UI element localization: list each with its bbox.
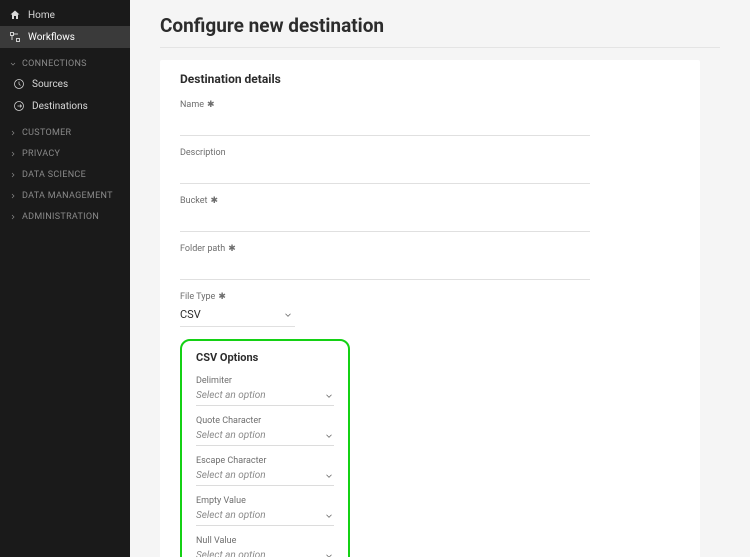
- chevron-right-icon: [9, 171, 17, 179]
- field-name-label: Name: [180, 100, 204, 110]
- nav-section-data-science-label: DATA SCIENCE: [22, 170, 86, 180]
- nav-sources[interactable]: Sources: [4, 73, 130, 95]
- nav-section-connections[interactable]: CONNECTIONS: [0, 52, 130, 73]
- nav-workflows[interactable]: Workflows: [0, 26, 130, 48]
- sidebar: Home Workflows CONNECTIONS Sources Desti…: [0, 0, 130, 557]
- nav-section-privacy-label: PRIVACY: [22, 149, 60, 159]
- field-name: Name ✱: [180, 100, 680, 136]
- bucket-input[interactable]: [180, 211, 590, 232]
- escape-select[interactable]: Select an option: [196, 468, 334, 486]
- csv-field-delimiter: Delimiter Select an option: [196, 376, 334, 406]
- nav-workflows-label: Workflows: [28, 32, 75, 43]
- chevron-down-icon: [324, 471, 334, 481]
- required-indicator: ✱: [228, 244, 236, 254]
- empty-select[interactable]: Select an option: [196, 508, 334, 526]
- page-title: Configure new destination: [160, 14, 720, 37]
- csv-null-label: Null Value: [196, 536, 334, 546]
- csv-field-escape: Escape Character Select an option: [196, 456, 334, 486]
- field-file-type-label: File Type: [180, 292, 215, 302]
- nav-section-connections-label: CONNECTIONS: [22, 59, 87, 69]
- csv-quote-label: Quote Character: [196, 416, 334, 426]
- chevron-down-icon: [324, 511, 334, 521]
- required-indicator: ✱: [210, 196, 218, 206]
- field-folder-path: Folder path ✱: [180, 244, 680, 280]
- description-input[interactable]: [180, 163, 590, 184]
- nav-section-customer-label: CUSTOMER: [22, 128, 71, 138]
- home-icon: [9, 9, 21, 21]
- file-type-select[interactable]: CSV: [180, 305, 295, 327]
- nav-sources-label: Sources: [32, 79, 68, 90]
- nav-section-administration[interactable]: ADMINISTRATION: [0, 205, 130, 226]
- csv-field-quote: Quote Character Select an option: [196, 416, 334, 446]
- chevron-down-icon: [324, 431, 334, 441]
- nav-section-data-management[interactable]: DATA MANAGEMENT: [0, 184, 130, 205]
- destination-details-panel: Destination details Name ✱ Description B…: [160, 60, 700, 557]
- chevron-right-icon: [9, 213, 17, 221]
- chevron-down-icon: [283, 310, 293, 320]
- chevron-down-icon: [324, 391, 334, 401]
- chevron-right-icon: [9, 192, 17, 200]
- quote-value: Select an option: [196, 430, 266, 441]
- field-description: Description: [180, 148, 680, 184]
- csv-field-empty: Empty Value Select an option: [196, 496, 334, 526]
- nav-section-administration-label: ADMINISTRATION: [22, 212, 99, 222]
- divider: [160, 47, 720, 48]
- name-input[interactable]: [180, 115, 590, 136]
- nav-section-data-management-label: DATA MANAGEMENT: [22, 191, 113, 201]
- field-description-label: Description: [180, 148, 226, 158]
- field-bucket: Bucket ✱: [180, 196, 680, 232]
- nav-home[interactable]: Home: [0, 4, 130, 26]
- quote-select[interactable]: Select an option: [196, 428, 334, 446]
- csv-escape-label: Escape Character: [196, 456, 334, 466]
- null-select[interactable]: Select an option: [196, 548, 334, 557]
- destinations-icon: [13, 100, 25, 112]
- csv-options-box: CSV Options Delimiter Select an option Q…: [180, 339, 350, 557]
- field-bucket-label: Bucket: [180, 196, 207, 206]
- workflows-icon: [9, 31, 21, 43]
- nav-destinations[interactable]: Destinations: [4, 95, 130, 117]
- csv-options-title: CSV Options: [196, 351, 334, 364]
- delimiter-value: Select an option: [196, 390, 266, 401]
- escape-value: Select an option: [196, 470, 266, 481]
- required-indicator: ✱: [218, 292, 226, 302]
- required-indicator: ✱: [207, 100, 215, 110]
- field-folder-path-label: Folder path: [180, 244, 225, 254]
- csv-empty-label: Empty Value: [196, 496, 334, 506]
- empty-value: Select an option: [196, 510, 266, 521]
- csv-field-null: Null Value Select an option: [196, 536, 334, 557]
- nav-section-data-science[interactable]: DATA SCIENCE: [0, 163, 130, 184]
- chevron-down-icon: [9, 60, 17, 68]
- main: Configure new destination Destination de…: [130, 0, 750, 557]
- sources-icon: [13, 78, 25, 90]
- delimiter-select[interactable]: Select an option: [196, 388, 334, 406]
- nav-section-privacy[interactable]: PRIVACY: [0, 142, 130, 163]
- nav-destinations-label: Destinations: [32, 101, 88, 112]
- file-type-value: CSV: [180, 308, 201, 321]
- panel-title: Destination details: [180, 72, 680, 86]
- folder-path-input[interactable]: [180, 259, 590, 280]
- null-value: Select an option: [196, 550, 266, 557]
- nav-section-customer[interactable]: CUSTOMER: [0, 121, 130, 142]
- field-file-type: File Type ✱ CSV: [180, 292, 680, 327]
- nav-home-label: Home: [28, 10, 55, 21]
- chevron-down-icon: [324, 551, 334, 557]
- chevron-right-icon: [9, 150, 17, 158]
- csv-delimiter-label: Delimiter: [196, 376, 334, 386]
- chevron-right-icon: [9, 129, 17, 137]
